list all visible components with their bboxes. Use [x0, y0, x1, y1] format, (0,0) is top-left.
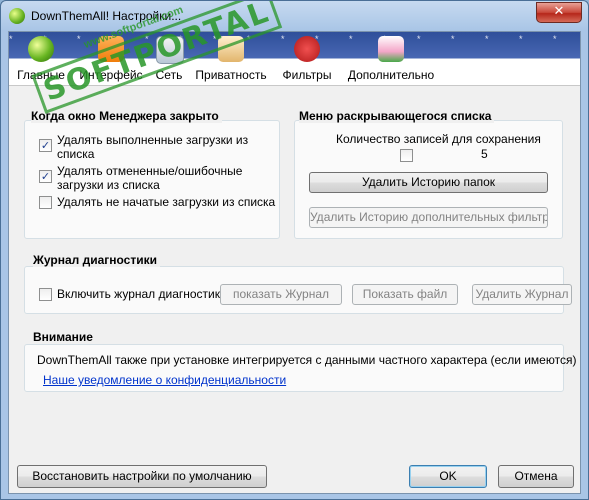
tab-interface-label: Интерфейс: [79, 68, 143, 82]
filters-badge-icon: [294, 36, 320, 62]
check-mark-icon: ✓: [40, 170, 51, 183]
attention-group-title: Внимание: [33, 330, 96, 344]
entries-count-label: Количество записей для сохранения: [336, 132, 541, 146]
remove-completed-checkbox[interactable]: ✓: [39, 139, 52, 152]
close-icon: ✕: [553, 4, 565, 19]
on-close-group-title: Когда окно Менеджера закрыто: [31, 109, 222, 123]
close-window-button[interactable]: ✕: [536, 2, 582, 23]
tab-network[interactable]: Сеть: [151, 32, 187, 84]
show-log-file-button[interactable]: Показать файл: [352, 284, 458, 305]
tab-privacy-label: Приватность: [195, 68, 267, 82]
show-log-button[interactable]: показать Журнал: [220, 284, 342, 305]
entries-count-stepper[interactable]: [400, 149, 413, 162]
cancel-button[interactable]: Отмена: [498, 465, 574, 488]
tab-general-label: Главные: [17, 68, 65, 82]
remove-not-started-label: Удалять не начатые загрузки из списка: [57, 195, 276, 209]
enable-log-label: Включить журнал диагностики: [57, 287, 227, 301]
title-bar[interactable]: DownThemAll! Настройки... ✕: [1, 1, 588, 31]
privacy-gift-icon: [218, 36, 244, 62]
dropdown-menu-group-title: Меню раскрывающегося списка: [299, 109, 495, 123]
log-group-title: Журнал диагностики: [33, 253, 160, 267]
tab-filters[interactable]: Фильтры: [279, 32, 335, 84]
rss-feed-icon: [98, 36, 124, 62]
tab-interface[interactable]: Интерфейс: [75, 32, 147, 84]
restore-defaults-button[interactable]: Восстановить настройки по умолчанию: [17, 465, 267, 488]
remove-completed-label: Удалять выполненные загрузки из списка: [57, 133, 249, 161]
privacy-policy-link[interactable]: Наше уведомление о конфиденциальности: [43, 373, 286, 387]
remove-canceled-checkbox[interactable]: ✓: [39, 170, 52, 183]
tab-advanced-label: Дополнительно: [347, 68, 435, 82]
dialog-window: DownThemAll! Настройки... ✕ * * * * * * …: [0, 0, 589, 500]
remove-canceled-label: Удалять отмененные/ошибочные загрузки из…: [57, 164, 243, 192]
dialog-client-area: * * * * * * * * * * * * * * * * * * * * …: [8, 31, 581, 494]
tab-privacy[interactable]: Приватность: [193, 32, 269, 84]
general-icon: [28, 36, 54, 62]
entries-count-value: 5: [481, 147, 488, 161]
window-title: DownThemAll! Настройки...: [31, 9, 182, 23]
check-mark-icon: ✓: [40, 139, 51, 152]
ok-button[interactable]: OK: [409, 465, 487, 488]
advanced-icon: [378, 36, 404, 62]
privacy-notice-text: DownThemAll также при установке интегрир…: [37, 353, 577, 367]
tab-general[interactable]: Главные: [15, 32, 67, 84]
tab-filters-label: Фильтры: [282, 68, 332, 82]
clear-filter-history-button[interactable]: Удалить Историю дополнительных фильтров: [309, 207, 548, 228]
remove-not-started-checkbox[interactable]: [39, 196, 52, 209]
enable-log-checkbox[interactable]: [39, 288, 52, 301]
downthemall-app-icon: [9, 8, 25, 24]
tab-network-label: Сеть: [155, 68, 183, 82]
tab-advanced[interactable]: Дополнительно: [345, 32, 437, 84]
delete-log-button[interactable]: Удалить Журнал: [472, 284, 572, 305]
clear-folder-history-button[interactable]: Удалить Историю папок: [309, 172, 548, 193]
network-icon: [156, 36, 184, 64]
preferences-toolbar: * * * * * * * * * * * * * * * * * * * * …: [9, 32, 580, 86]
